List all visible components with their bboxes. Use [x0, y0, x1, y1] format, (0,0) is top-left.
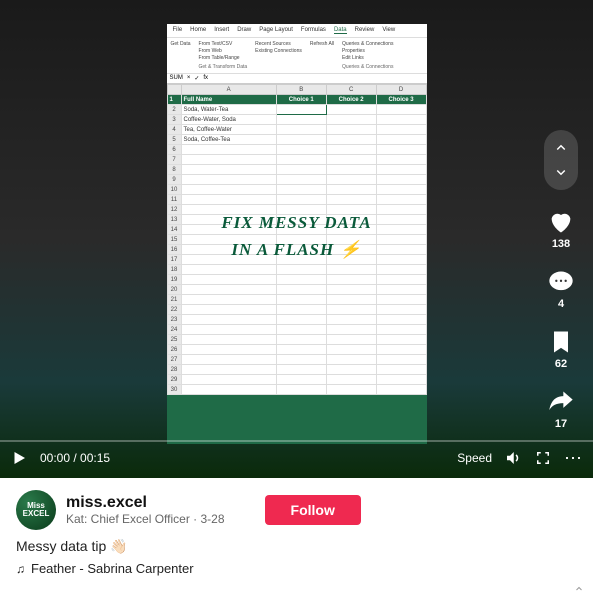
video-player[interactable]: File Home Insert Draw Page Layout Formul… [0, 0, 593, 478]
ribbon-from-table: From Table/Range [199, 55, 248, 61]
tab-formulas: Formulas [301, 27, 326, 34]
expand-chevron-icon[interactable] [573, 583, 585, 595]
music-row[interactable]: ♫ Feather - Sabrina Carpenter [0, 561, 593, 576]
like-count: 138 [552, 238, 570, 250]
like-button[interactable]: 138 [547, 208, 575, 250]
music-note-icon: ♫ [16, 562, 25, 576]
follow-button[interactable]: Follow [265, 495, 361, 525]
comment-icon [547, 268, 575, 296]
volume-icon[interactable] [504, 449, 522, 467]
video-caption: Messy data tip 👋🏻 [0, 538, 593, 561]
col-head: A [181, 85, 276, 95]
comment-button[interactable]: 4 [547, 268, 575, 310]
comment-count: 4 [558, 298, 564, 310]
save-button[interactable]: 62 [547, 328, 575, 370]
engagement-rail: 138 4 62 17 [541, 130, 581, 430]
tab-page-layout: Page Layout [259, 27, 293, 34]
ribbon-get-data: Get Data [171, 41, 191, 47]
chevron-down-icon [552, 163, 570, 181]
ribbon-refresh: Refresh All [310, 41, 334, 47]
spreadsheet-grid: ABCD1Full NameChoice 1Choice 2Choice 32S… [167, 84, 427, 395]
save-count: 62 [555, 358, 567, 370]
formula-bar: SUM ×✓ fx [167, 74, 427, 84]
col-head: D [376, 85, 426, 95]
tab-insert: Insert [214, 27, 229, 34]
col-head: C [326, 85, 376, 95]
name-box: SUM [170, 75, 183, 82]
play-icon[interactable] [10, 449, 28, 467]
time-display: 00:00 / 00:15 [40, 451, 110, 465]
tab-file: File [173, 27, 183, 34]
heart-icon [547, 208, 575, 236]
ribbon-existing-conn: Existing Connections [255, 48, 302, 54]
share-icon [547, 388, 575, 416]
tab-view: View [382, 27, 395, 34]
tab-data: Data [334, 27, 347, 34]
ribbon-group1-label: Get & Transform Data [199, 64, 248, 70]
tab-home: Home [190, 27, 206, 34]
share-count: 17 [555, 418, 567, 430]
fullscreen-icon[interactable] [534, 449, 552, 467]
scroll-arrows[interactable] [544, 130, 578, 190]
bookmark-icon [547, 328, 575, 356]
tab-draw: Draw [237, 27, 251, 34]
player-controls: 00:00 / 00:15 Speed ⋯ [0, 438, 593, 478]
excel-screenshot: File Home Insert Draw Page Layout Formul… [167, 24, 427, 444]
fx-label: fx [203, 75, 208, 82]
col-head: B [276, 85, 326, 95]
ribbon-queries: Queries & Connections [342, 41, 393, 47]
author-row: Miss EXCEL miss.excel Kat: Chief Excel O… [0, 478, 593, 538]
ribbon-group3-label: Queries & Connections [342, 64, 393, 70]
speed-button[interactable]: Speed [457, 451, 492, 465]
excel-ribbon: File Home Insert Draw Page Layout Formul… [167, 24, 427, 74]
ribbon-from-web: From Web [199, 48, 248, 54]
ribbon-properties: Properties [342, 48, 393, 54]
ribbon-tabs: File Home Insert Draw Page Layout Formul… [167, 24, 427, 38]
more-options-icon[interactable]: ⋯ [564, 448, 583, 469]
chevron-up-icon [552, 139, 570, 157]
share-button[interactable]: 17 [547, 388, 575, 430]
avatar[interactable]: Miss EXCEL [16, 490, 56, 530]
ribbon-recent-sources: Recent Sources [255, 41, 302, 47]
ribbon-edit-links: Edit Links [342, 55, 393, 61]
music-title: Feather - Sabrina Carpenter [31, 561, 194, 576]
tab-review: Review [355, 27, 375, 34]
user-subline: Kat: Chief Excel Officer · 3-28 [66, 512, 225, 526]
username[interactable]: miss.excel [66, 494, 225, 512]
ribbon-from-text: From Text/CSV [199, 41, 248, 47]
